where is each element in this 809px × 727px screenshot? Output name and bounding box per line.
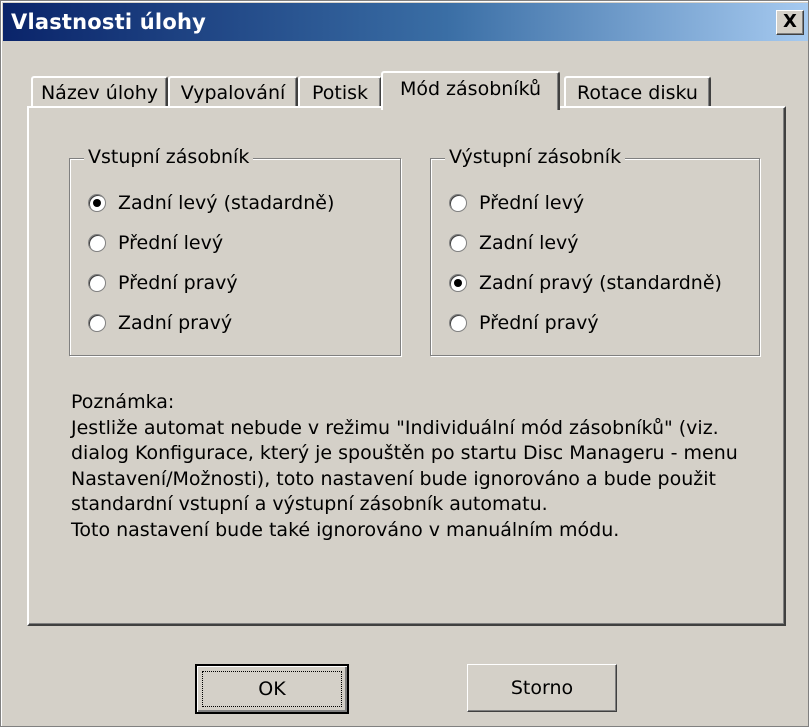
input-tray-option[interactable]: Přední levý xyxy=(88,232,223,254)
note-line: dialog Konfigurace, který je spouštěn po… xyxy=(71,442,738,464)
option-label: Zadní levý (stadardně) xyxy=(118,192,335,214)
input-tray-option[interactable]: Zadní levý (stadardně) xyxy=(88,192,334,214)
tab-vypalovani[interactable]: Vypalování xyxy=(168,76,298,108)
option-label: Přední levý xyxy=(479,192,585,214)
option-label: Zadní levý xyxy=(479,232,579,254)
note-line: standardní vstupní a výstupní zásobník a… xyxy=(71,493,548,515)
cancel-button[interactable]: Storno xyxy=(467,664,617,712)
radio-icon[interactable] xyxy=(449,274,467,292)
radio-icon[interactable] xyxy=(88,314,106,332)
output-tray-option[interactable]: Zadní pravý (standardně) xyxy=(449,272,722,294)
window-title: Vlastnosti úlohy xyxy=(11,10,206,34)
tab-rotace-disku[interactable]: Rotace disku xyxy=(564,76,711,108)
note-text: Poznámka: Jestliže automat nebude v reži… xyxy=(71,390,761,543)
input-tray-group: Vstupní zásobník Zadní levý (stadardně) … xyxy=(69,146,401,356)
focus-rect xyxy=(202,671,342,707)
radio-icon[interactable] xyxy=(88,194,106,212)
output-tray-group: Výstupní zásobník Přední levý Zadní levý… xyxy=(430,146,760,356)
output-tray-option[interactable]: Zadní levý xyxy=(449,232,579,254)
note-line: Nastavení/Možnosti), toto nastavení bude… xyxy=(71,467,716,490)
dialog-window: Vlastnosti úlohy X Název úlohy Vypalován… xyxy=(0,0,809,727)
radio-icon[interactable] xyxy=(449,314,467,332)
radio-icon[interactable] xyxy=(88,274,106,292)
input-tray-label: Vstupní zásobník xyxy=(84,146,254,168)
tab-panel: Vstupní zásobník Zadní levý (stadardně) … xyxy=(27,106,786,626)
radio-icon[interactable] xyxy=(449,234,467,252)
option-label: Přední levý xyxy=(118,232,224,254)
note-line: Toto nastavení bude také ignorováno v ma… xyxy=(71,518,620,541)
note-line: Jestliže automat nebude v režimu "Indivi… xyxy=(71,416,719,439)
tab-mod-zasobniku[interactable]: Mód zásobníků xyxy=(381,71,560,110)
note-heading: Poznámka: xyxy=(71,391,175,413)
tab-potisk[interactable]: Potisk xyxy=(298,76,382,108)
option-label: Zadní pravý xyxy=(118,312,233,334)
output-tray-label: Výstupní zásobník xyxy=(445,146,626,168)
output-tray-option[interactable]: Přední levý xyxy=(449,192,584,214)
option-label: Přední pravý xyxy=(479,312,599,334)
input-tray-option[interactable]: Přední pravý xyxy=(88,272,238,294)
radio-icon[interactable] xyxy=(88,234,106,252)
input-tray-option[interactable]: Zadní pravý xyxy=(88,312,232,334)
option-label: Zadní pravý (standardně) xyxy=(479,272,722,294)
close-button[interactable]: X xyxy=(776,10,804,35)
radio-icon[interactable] xyxy=(449,194,467,212)
close-icon: X xyxy=(783,11,797,32)
output-tray-option[interactable]: Přední pravý xyxy=(449,312,599,334)
ok-button[interactable]: OK xyxy=(195,664,349,714)
tab-nazev-ulohy[interactable]: Název úlohy xyxy=(31,76,168,108)
title-bar[interactable]: Vlastnosti úlohy X xyxy=(3,3,808,41)
cancel-label: Storno xyxy=(510,677,574,699)
option-label: Přední pravý xyxy=(118,272,238,294)
